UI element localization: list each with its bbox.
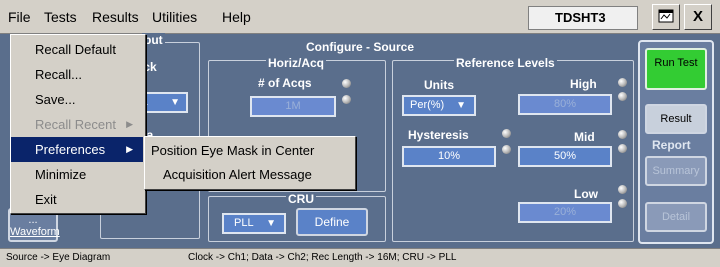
low-field[interactable]: 20% xyxy=(518,202,612,223)
recall-recent-label: Recall Recent xyxy=(35,117,116,132)
cru-value: PLL xyxy=(234,217,254,229)
detail-button[interactable]: Detail xyxy=(645,202,707,232)
close-button[interactable]: X xyxy=(684,4,712,30)
define-button[interactable]: Define xyxy=(296,208,368,236)
menu-item-recall-default[interactable]: Recall Default xyxy=(11,37,143,62)
menu-file[interactable]: File xyxy=(8,9,31,25)
cru-label: CRU xyxy=(286,192,316,206)
knob-icon[interactable] xyxy=(618,144,627,153)
horiz-acq-label: Horiz/Acq xyxy=(266,56,327,70)
chevron-down-icon: ▼ xyxy=(266,218,276,229)
file-menu: Recall Default Recall... Save... Recall … xyxy=(10,34,146,214)
report-label: Report xyxy=(650,138,693,152)
high-label: High xyxy=(570,77,597,91)
units-select[interactable]: Per(%) ▼ xyxy=(402,95,476,116)
acqs-label: # of Acqs xyxy=(258,76,312,90)
menu-item-recall[interactable]: Recall... xyxy=(11,62,143,87)
result-button[interactable]: Result xyxy=(645,104,707,134)
menu-item-acquisition-alert[interactable]: Acquisition Alert Message xyxy=(145,162,353,187)
menu-tests[interactable]: Tests xyxy=(44,9,77,25)
high-field[interactable]: 80% xyxy=(518,94,612,115)
knob-icon[interactable] xyxy=(502,145,511,154)
menu-item-exit[interactable]: Exit xyxy=(11,187,143,212)
restore-button[interactable] xyxy=(652,4,680,30)
knob-icon[interactable] xyxy=(502,129,511,138)
units-value: Per(%) xyxy=(410,99,445,111)
cru-select[interactable]: PLL ▼ xyxy=(222,213,286,234)
chevron-right-icon: ▶ xyxy=(126,119,133,129)
menu-item-save[interactable]: Save... xyxy=(11,87,143,112)
acqs-field[interactable]: 1M xyxy=(250,96,336,117)
menu-bar: File Tests Results Utilities Help TDSHT3… xyxy=(0,0,720,34)
menu-item-minimize[interactable]: Minimize xyxy=(11,162,143,187)
panel-title: Configure - Source xyxy=(306,40,415,54)
chevron-right-icon: ▶ xyxy=(126,144,133,154)
knob-icon[interactable] xyxy=(618,185,627,194)
chevron-down-icon: ▼ xyxy=(170,97,180,108)
hysteresis-field[interactable]: 10% xyxy=(402,146,496,167)
menu-help[interactable]: Help xyxy=(222,9,251,25)
status-left: Source -> Eye Diagram xyxy=(6,252,111,263)
menu-results[interactable]: Results xyxy=(92,9,139,25)
status-right: Clock -> Ch1; Data -> Ch2; Rec Length ->… xyxy=(188,252,457,263)
waveform-label: Waveform xyxy=(10,226,60,238)
preferences-label: Preferences xyxy=(35,142,106,157)
run-test-button[interactable]: Run Test xyxy=(645,48,707,90)
summary-button[interactable]: Summary xyxy=(645,156,707,186)
menu-item-preferences[interactable]: Preferences ▶ xyxy=(11,137,143,162)
menu-item-position-eye-mask[interactable]: Position Eye Mask in Center xyxy=(145,138,353,163)
menu-item-recall-recent[interactable]: Recall Recent ▶ xyxy=(11,112,143,137)
knob-icon[interactable] xyxy=(342,95,351,104)
knob-icon[interactable] xyxy=(618,92,627,101)
right-button-column: Run Test Result Report Summary Detail xyxy=(638,40,714,244)
waveform-partial-label: ... xyxy=(28,214,38,226)
chevron-down-icon: ▼ xyxy=(456,100,466,111)
window-icon xyxy=(658,9,674,23)
hysteresis-label: Hysteresis xyxy=(408,128,469,142)
menu-utilities[interactable]: Utilities xyxy=(152,9,197,25)
mid-field[interactable]: 50% xyxy=(518,146,612,167)
app-title: TDSHT3 xyxy=(528,6,638,30)
mid-label: Mid xyxy=(574,130,595,144)
knob-icon[interactable] xyxy=(342,79,351,88)
reference-levels-label: Reference Levels xyxy=(454,56,557,70)
status-bar: Source -> Eye Diagram Clock -> Ch1; Data… xyxy=(0,248,720,267)
knob-icon[interactable] xyxy=(618,130,627,139)
preferences-submenu: Position Eye Mask in Center Acquisition … xyxy=(144,136,356,190)
knob-icon[interactable] xyxy=(618,78,627,87)
low-label: Low xyxy=(574,187,598,201)
units-label: Units xyxy=(424,78,454,92)
knob-icon[interactable] xyxy=(618,199,627,208)
